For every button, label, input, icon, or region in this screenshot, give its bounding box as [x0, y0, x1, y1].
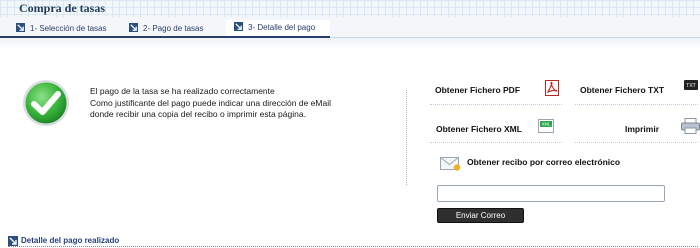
tab-label: 2- Pago de tasas [143, 24, 204, 33]
section-title-detalle[interactable]: Detalle del pago realizado [21, 236, 119, 245]
txt-icon-text: TXT [686, 83, 695, 89]
options-divider [430, 104, 562, 105]
arrow-step-icon [16, 23, 25, 32]
tab-label: 3- Detalle del pago [248, 23, 316, 32]
header-separator [0, 38, 700, 50]
success-check-icon [23, 80, 69, 126]
success-message: El pago de la tasa se ha realizado corre… [90, 86, 390, 121]
print-link[interactable]: Imprimir [625, 124, 659, 134]
page-header: Compra de tasas [0, 0, 700, 17]
email-icon [440, 157, 461, 171]
tab-label: 1- Selección de tasas [30, 24, 107, 33]
arrow-step-icon [129, 23, 138, 32]
arrow-step-icon [8, 236, 18, 246]
get-txt-link[interactable]: Obtener Fichero TXT [580, 85, 664, 95]
vertical-divider [406, 90, 407, 185]
arrow-step-icon [234, 22, 243, 31]
options-divider [575, 142, 698, 143]
txt-icon[interactable]: TXT [684, 80, 698, 90]
tab-seleccion-de-tasas[interactable]: 1- Selección de tasas [16, 20, 107, 38]
page-title: Compra de tasas [19, 1, 105, 15]
xml-icon[interactable]: XML [538, 119, 554, 133]
email-field[interactable] [437, 185, 665, 202]
xml-icon-text: XML [542, 122, 551, 127]
printer-icon[interactable] [681, 118, 700, 134]
message-line: donde recibir una copia del recibo o imp… [90, 109, 306, 119]
options-divider [575, 104, 698, 105]
tab-detalle-del-pago[interactable]: 3- Detalle del pago [226, 20, 330, 36]
pdf-icon[interactable] [545, 80, 559, 96]
get-xml-link[interactable]: Obtener Fichero XML [436, 124, 522, 134]
tab-pago-de-tasas[interactable]: 2- Pago de tasas [129, 20, 203, 38]
options-divider [430, 142, 562, 143]
message-line: Como justificante del pago puede indicar… [90, 97, 331, 108]
email-receipt-label: Obtener recibo por correo electrónico [467, 157, 621, 167]
message-line: El pago de la tasa se ha realizado corre… [90, 86, 275, 96]
send-email-button[interactable]: Enviar Correo [437, 208, 524, 223]
get-pdf-link[interactable]: Obtener Fichero PDF [435, 85, 520, 95]
section-divider [8, 246, 698, 247]
